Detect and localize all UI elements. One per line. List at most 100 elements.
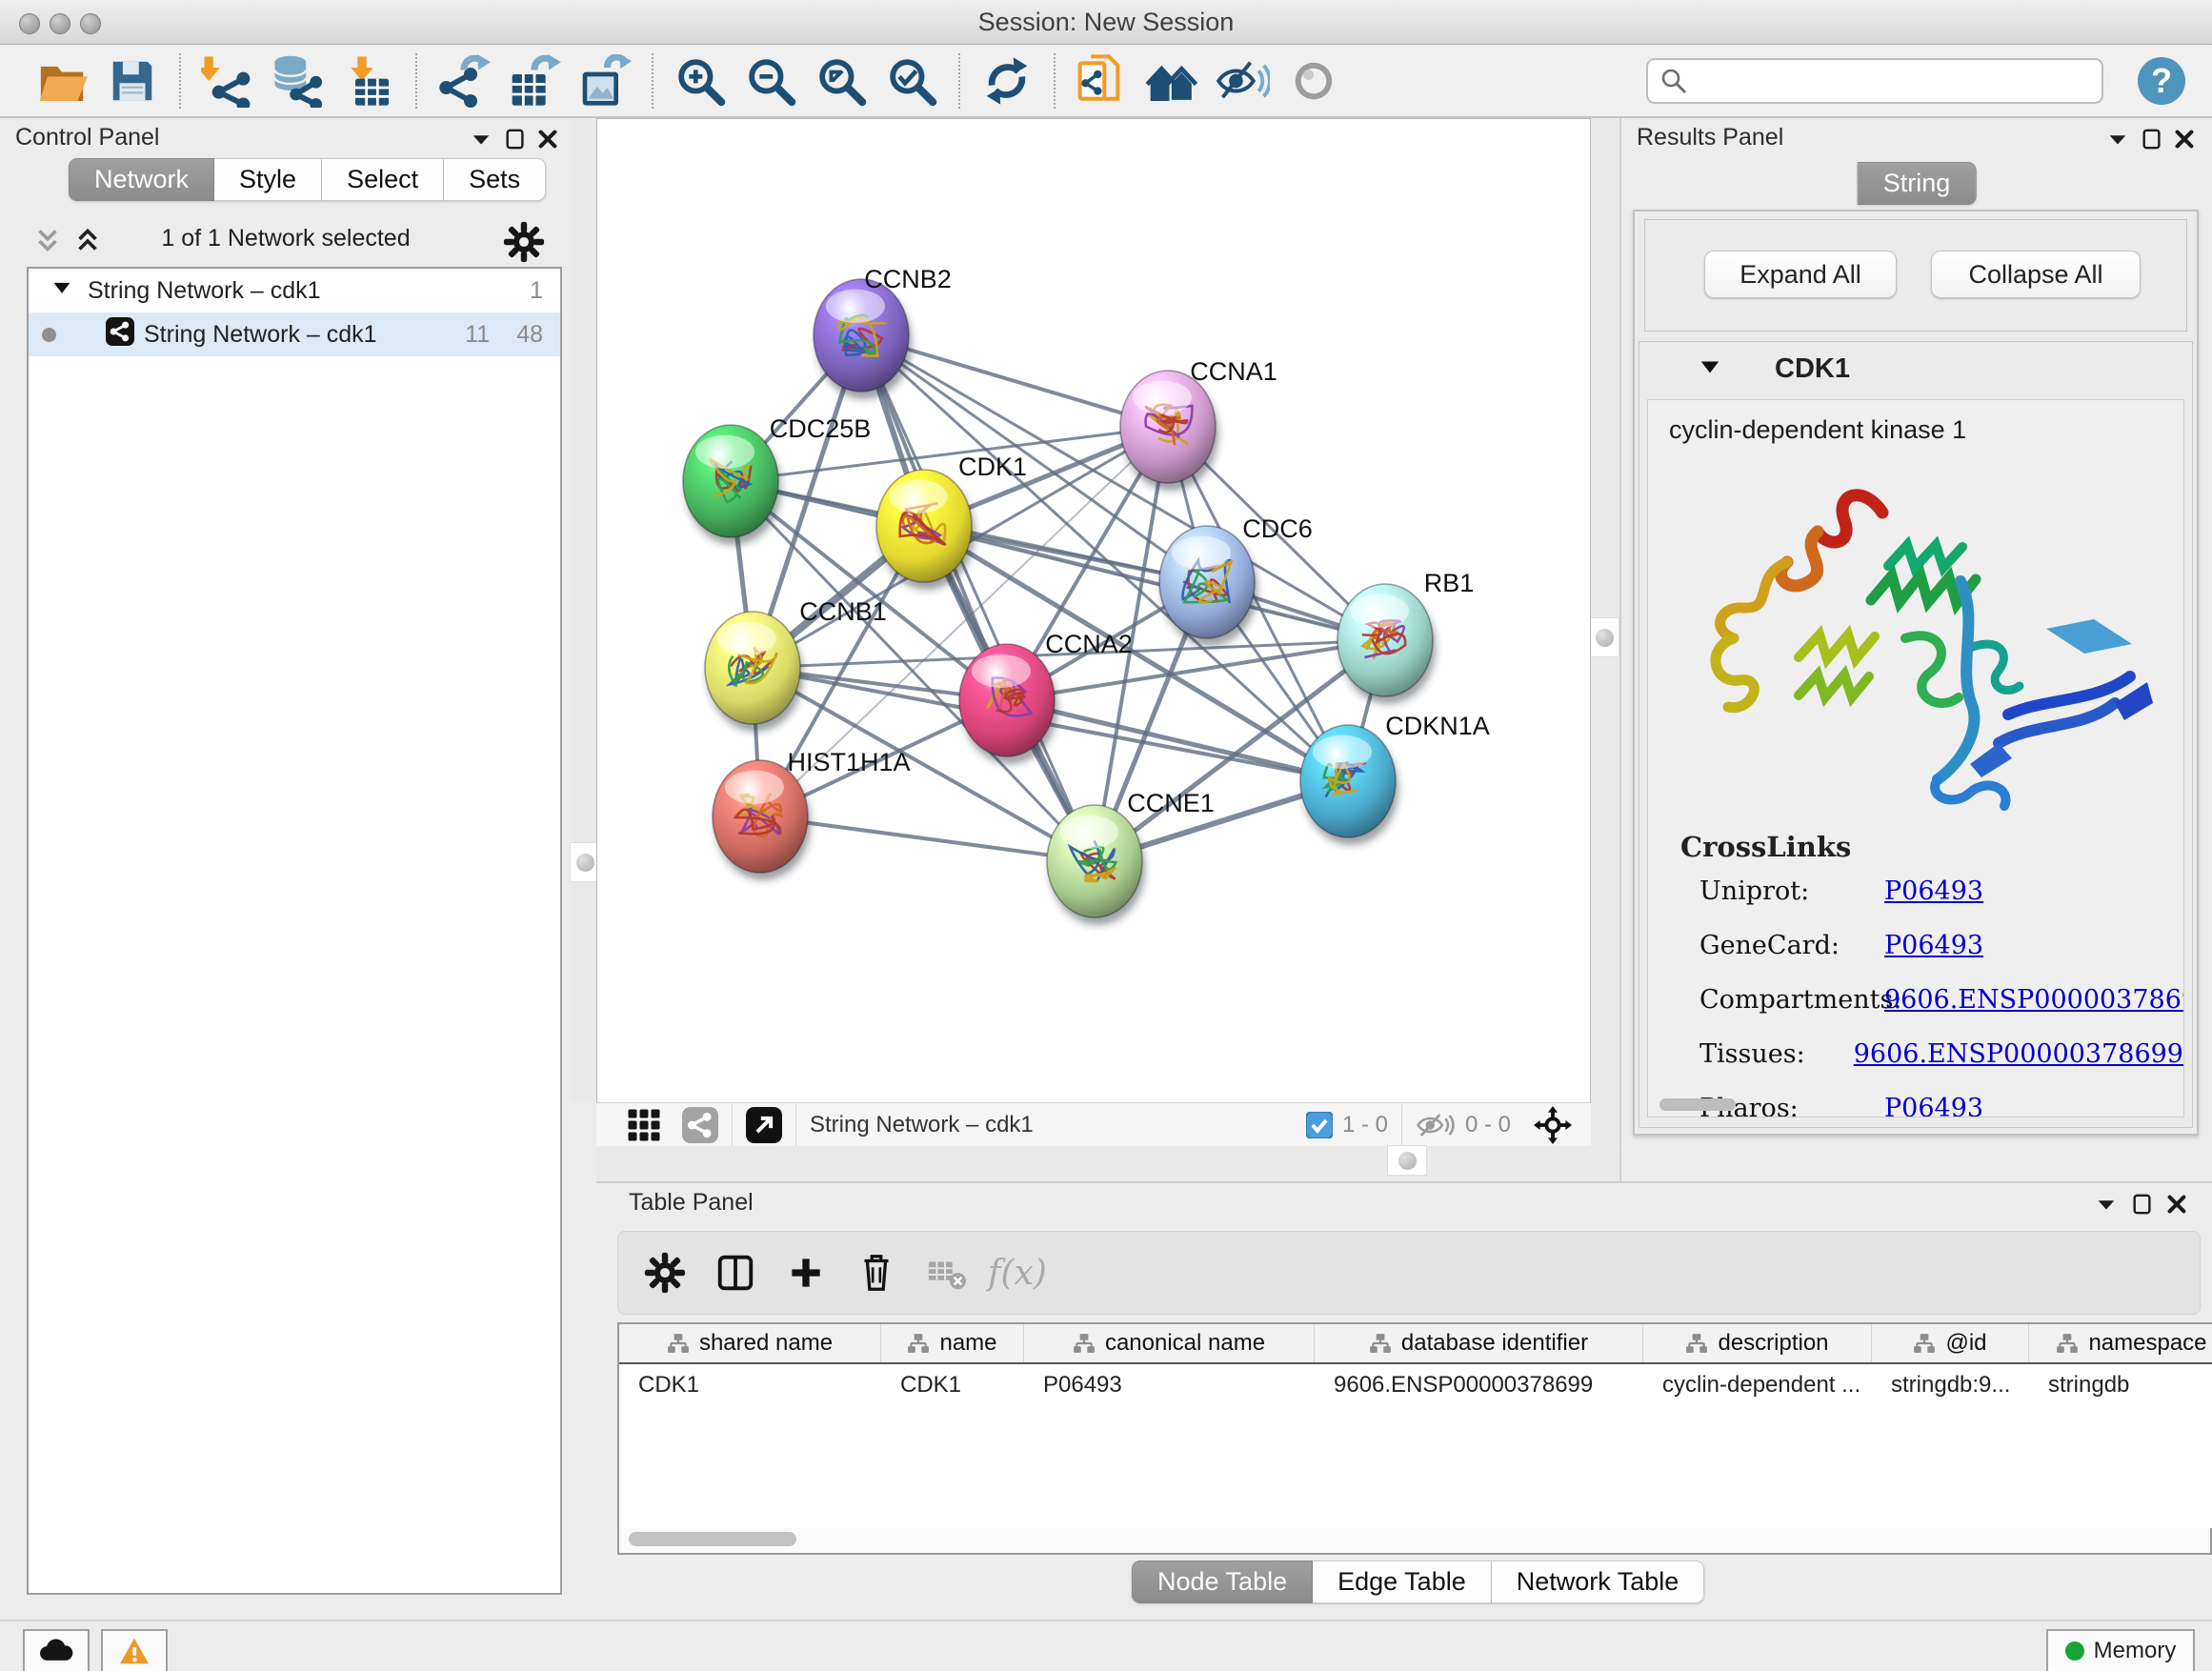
- zoom-out-button[interactable]: [741, 51, 800, 111]
- memory-button[interactable]: Memory: [2046, 1629, 2195, 1671]
- close-panel-icon[interactable]: [2162, 1191, 2191, 1218]
- table-hscrollbar[interactable]: [617, 1528, 2212, 1555]
- first-neighbors-button[interactable]: [1143, 51, 1202, 111]
- function-builder-icon: f(x): [986, 1241, 1049, 1304]
- help-button[interactable]: ?: [2138, 57, 2185, 105]
- node-CDC25B[interactable]: CDC25B: [683, 414, 871, 545]
- tab-sets[interactable]: Sets: [444, 158, 546, 201]
- collapse-all-button[interactable]: Collapse All: [1931, 251, 2141, 298]
- column-header-canonical-name[interactable]: canonical name: [1024, 1324, 1315, 1362]
- crosslink-value-link[interactable]: 9606.ENSP00000378699: [1884, 985, 2184, 1015]
- column-header-namespace[interactable]: namespace: [2029, 1324, 2212, 1362]
- crosslinks-heading: CrossLinks: [1680, 831, 2183, 863]
- crosslink-value-link[interactable]: P06493: [1884, 1094, 1983, 1117]
- expander-triangle-icon[interactable]: [1699, 355, 1721, 383]
- warnings-button[interactable]: [101, 1629, 168, 1671]
- crosslink-value-link[interactable]: 9606.ENSP00000378699: [1854, 1039, 2183, 1069]
- collapse-panel-icon[interactable]: [2092, 1191, 2121, 1218]
- crosslink-label: GeneCard:: [1699, 931, 1884, 960]
- crosslink-value-link[interactable]: P06493: [1884, 931, 1983, 960]
- results-hscrollbar-thumb[interactable]: [1659, 1098, 1736, 1111]
- fit-content-crosshair-icon[interactable]: [1534, 1106, 1572, 1144]
- delete-column-trash-icon[interactable]: [845, 1241, 908, 1304]
- close-panel-icon[interactable]: [2170, 126, 2199, 152]
- column-header-shared-name[interactable]: shared name: [619, 1324, 881, 1362]
- node-label: CCNB2: [864, 265, 952, 293]
- new-network-from-selection-button[interactable]: [1073, 51, 1132, 111]
- zoom-in-button[interactable]: [671, 51, 730, 111]
- tab-network[interactable]: Network: [69, 158, 214, 201]
- node-CCNA1[interactable]: CCNA1: [1120, 357, 1277, 491]
- gene-details: cyclin-dependent kinase 1: [1647, 399, 2184, 1117]
- export-table-button[interactable]: [505, 51, 564, 111]
- apply-layout-button[interactable]: [977, 51, 1036, 111]
- selected-checkbox-icon[interactable]: [1306, 1112, 1333, 1138]
- zoom-fit-button[interactable]: [812, 51, 871, 111]
- network-share-view-icon[interactable]: [682, 1107, 718, 1143]
- crosslink-value-link[interactable]: P06493: [1884, 876, 1983, 906]
- node-RB1[interactable]: RB1: [1337, 569, 1474, 704]
- open-session-button[interactable]: [32, 51, 91, 111]
- collapse-panel-icon[interactable]: [467, 126, 495, 152]
- import-network-button[interactable]: [198, 51, 257, 111]
- edge-CCNA2-CDKN1A[interactable]: [1007, 700, 1348, 781]
- import-network-from-database-button[interactable]: [269, 51, 328, 111]
- tab-style[interactable]: Style: [214, 158, 322, 201]
- bottom-splitter-handle[interactable]: [1387, 1145, 1427, 1176]
- save-session-button[interactable]: [103, 51, 162, 111]
- float-panel-icon[interactable]: [2128, 1191, 2157, 1218]
- node-CCNA2[interactable]: CCNA2: [959, 630, 1133, 764]
- network-collection-row[interactable]: String Network – cdk1 1: [29, 269, 560, 312]
- float-panel-icon[interactable]: [501, 126, 530, 152]
- column-header-description[interactable]: description: [1643, 1324, 1872, 1362]
- node-label: CDKN1A: [1385, 712, 1490, 740]
- expand-all-button[interactable]: Expand All: [1704, 251, 1897, 298]
- tab-select[interactable]: Select: [322, 158, 444, 201]
- show-columns-icon[interactable]: [704, 1241, 767, 1304]
- export-network-button[interactable]: [434, 51, 493, 111]
- tab-node-table[interactable]: Node Table: [1132, 1560, 1313, 1603]
- table-cell: 9606.ENSP00000378699: [1315, 1364, 1643, 1406]
- network-grid-view-icon[interactable]: [627, 1108, 661, 1142]
- crosslink-row: Compartments:9606.ENSP00000378699: [1699, 985, 2183, 1015]
- delete-table-icon: [915, 1241, 978, 1304]
- node-label: CCNA2: [1045, 630, 1133, 658]
- table-settings-gear-icon[interactable]: [633, 1241, 696, 1304]
- export-image-button[interactable]: [575, 51, 634, 111]
- right-splitter-handle[interactable]: [1589, 617, 1619, 657]
- float-panel-icon[interactable]: [2138, 126, 2166, 152]
- table-hscrollbar-thumb[interactable]: [629, 1532, 796, 1546]
- left-splitter[interactable]: [572, 118, 596, 1101]
- create-column-plus-icon[interactable]: [774, 1241, 837, 1304]
- column-header-database-identifier[interactable]: database identifier: [1315, 1324, 1643, 1362]
- collapse-panel-icon[interactable]: [2103, 126, 2132, 152]
- import-table-button[interactable]: [339, 51, 398, 111]
- table-toolbar: f(x): [617, 1231, 2201, 1315]
- zoom-selected-button[interactable]: [882, 51, 941, 111]
- expander-triangle-icon[interactable]: [51, 277, 72, 305]
- show-all-button[interactable]: [1284, 51, 1343, 111]
- table-icon: [355, 78, 389, 105]
- hide-selection-button[interactable]: [1214, 51, 1273, 111]
- tab-network-table[interactable]: Network Table: [1492, 1560, 1705, 1603]
- network-row[interactable]: String Network – cdk1 11 48: [29, 312, 560, 356]
- network-graph[interactable]: CCNB2CCNA1CDC25BCDK1CDC6RB1CCNB1CCNA2CDK…: [597, 119, 1590, 1102]
- network-view-canvas[interactable]: CCNB2CCNA1CDC25BCDK1CDC6RB1CCNB1CCNA2CDK…: [596, 118, 1591, 1103]
- column-header--id[interactable]: @id: [1872, 1324, 2029, 1362]
- close-panel-icon[interactable]: [533, 126, 562, 152]
- table-row[interactable]: CDK1CDK1P064939606.ENSP00000378699cyclin…: [619, 1364, 2212, 1406]
- detach-view-icon[interactable]: [746, 1107, 782, 1143]
- node-CDC6[interactable]: CDC6: [1159, 514, 1313, 646]
- column-header-name[interactable]: name: [881, 1324, 1024, 1362]
- hidden-eye-icon[interactable]: [1416, 1110, 1458, 1140]
- tab-edge-table[interactable]: Edge Table: [1313, 1560, 1492, 1603]
- node-HIST1H1A[interactable]: HIST1H1A: [713, 748, 911, 880]
- gene-section-header[interactable]: CDK1: [1639, 342, 2192, 395]
- node-CDKN1A[interactable]: CDKN1A: [1300, 712, 1490, 845]
- cloud-status-button[interactable]: [23, 1629, 90, 1671]
- tab-string[interactable]: String: [1858, 162, 1977, 205]
- search-input[interactable]: [1696, 67, 2090, 95]
- gear-icon[interactable]: [503, 221, 545, 268]
- edge-CCNB2-CCNE1[interactable]: [861, 335, 1095, 861]
- node-CCNB2[interactable]: CCNB2: [814, 265, 952, 399]
